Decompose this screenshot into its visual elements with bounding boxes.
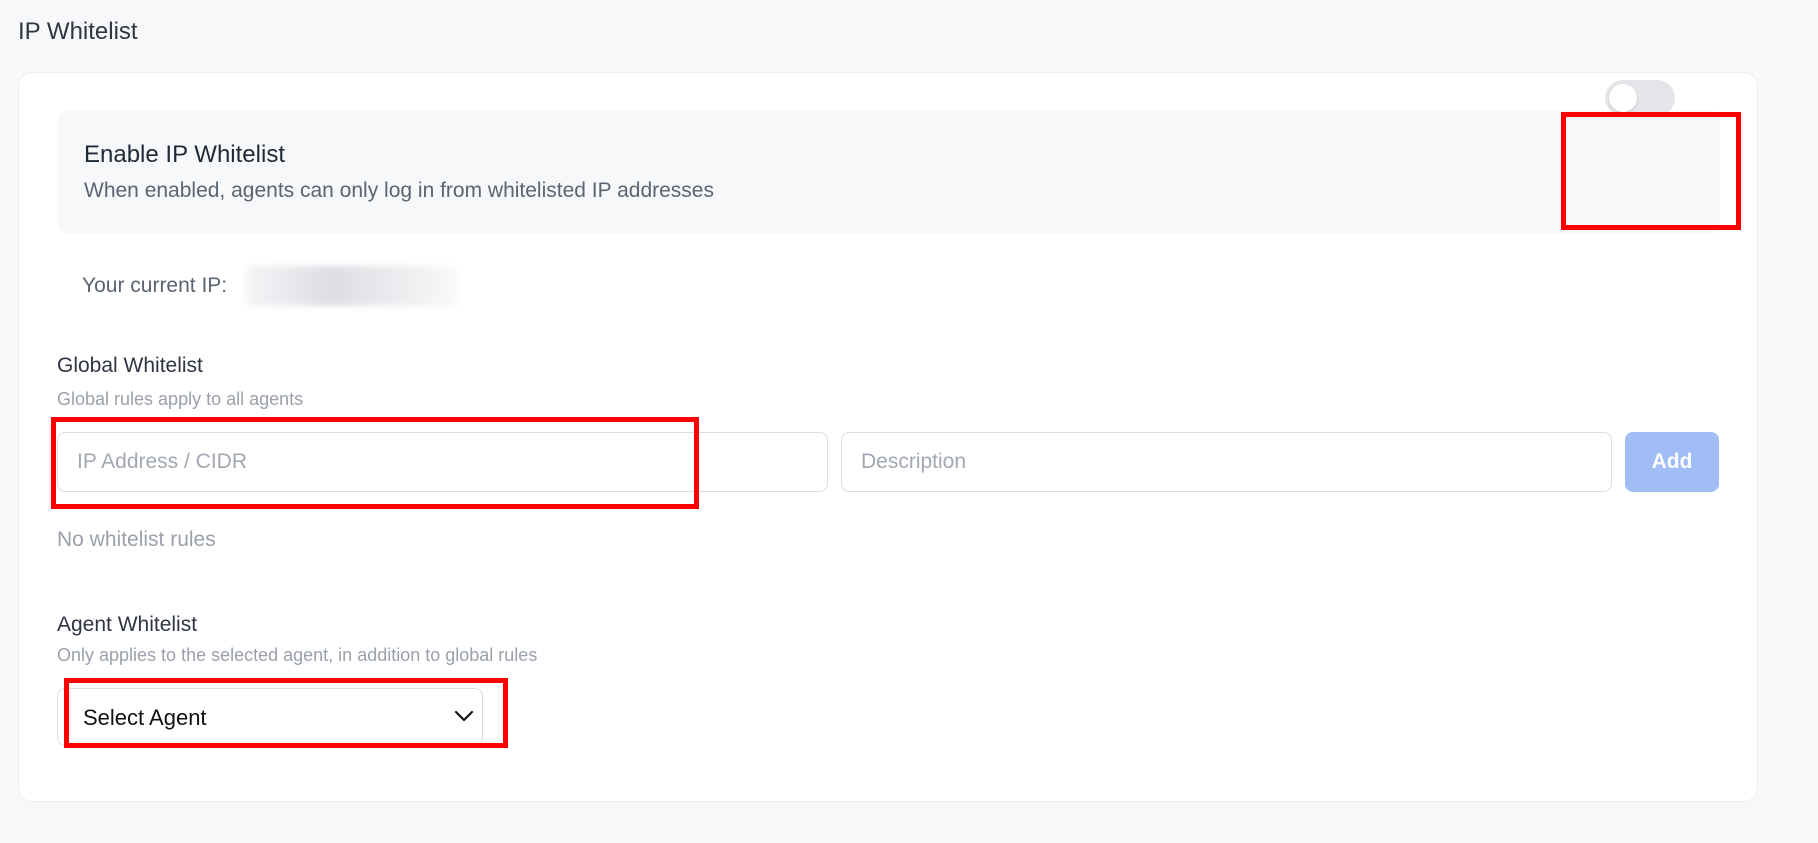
page-title: IP Whitelist (18, 18, 138, 45)
current-ip-label: Your current IP: (82, 274, 228, 297)
add-button[interactable]: Add (1625, 432, 1719, 492)
enable-whitelist-title: Enable IP Whitelist (84, 141, 285, 168)
enable-ip-whitelist-panel: Enable IP Whitelist When enabled, agents… (58, 111, 1720, 233)
chevron-down-icon (454, 710, 474, 722)
select-agent-dropdown[interactable]: Select Agent (57, 688, 483, 746)
current-ip-value-redacted (246, 266, 458, 306)
ip-address-input[interactable] (57, 432, 828, 492)
empty-whitelist-text: No whitelist rules (57, 528, 216, 551)
toggle-knob (1609, 84, 1637, 112)
enable-whitelist-description: When enabled, agents can only log in fro… (84, 179, 714, 202)
agent-whitelist-description: Only applies to the selected agent, in a… (57, 645, 538, 665)
select-agent-label: Select Agent (83, 705, 207, 730)
description-input[interactable] (841, 432, 1612, 492)
agent-whitelist-title: Agent Whitelist (57, 613, 198, 636)
global-whitelist-title: Global Whitelist (57, 354, 203, 377)
global-whitelist-description: Global rules apply to all agents (57, 389, 304, 409)
enable-whitelist-toggle[interactable] (1605, 80, 1675, 116)
